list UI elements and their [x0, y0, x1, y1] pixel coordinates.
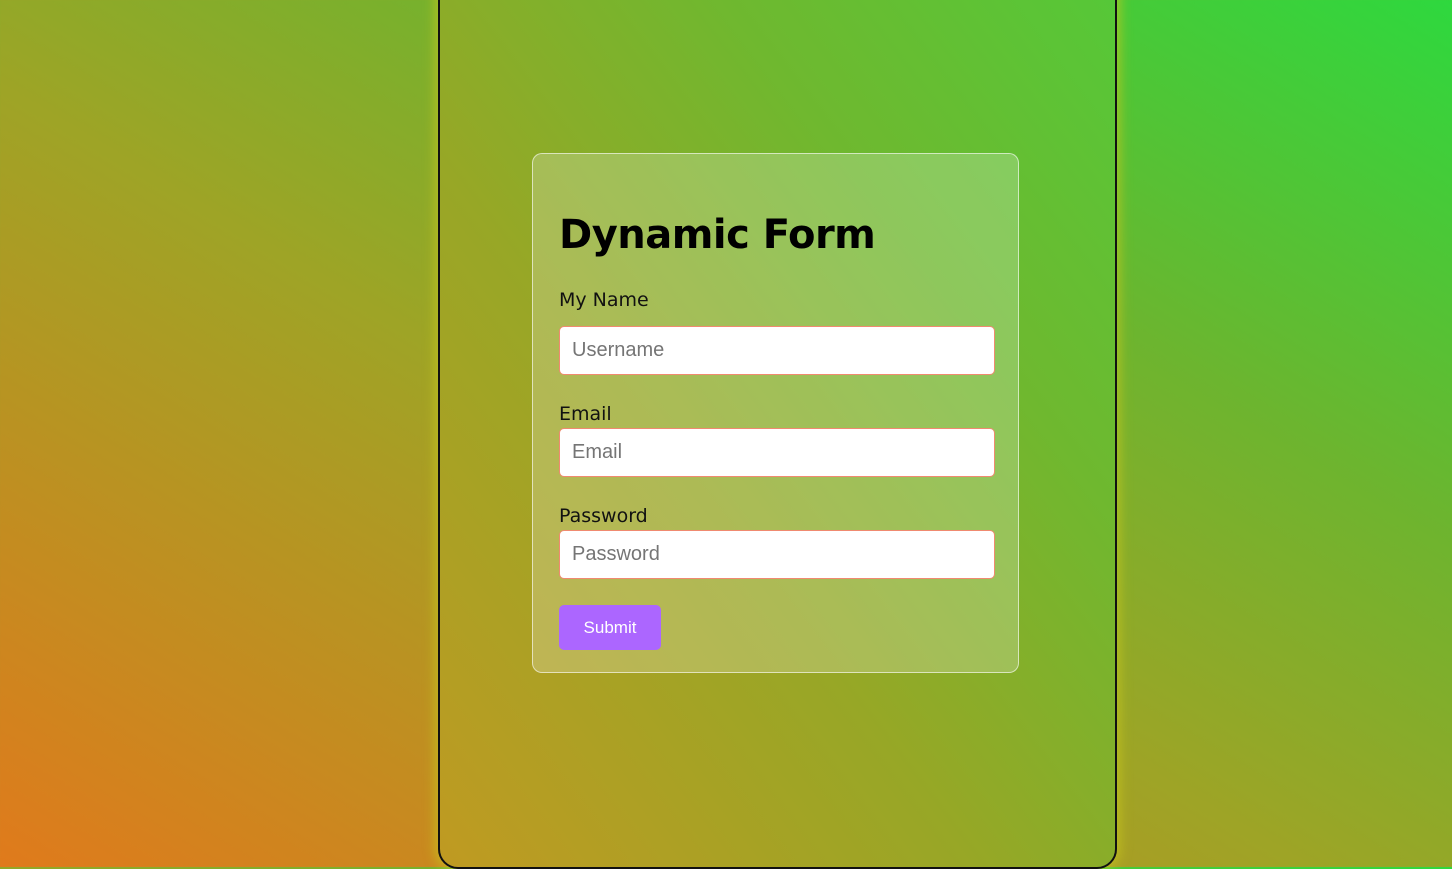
password-input[interactable]: [559, 530, 995, 579]
email-label: Email: [559, 403, 612, 425]
password-label: Password: [559, 505, 648, 527]
username-input[interactable]: [559, 326, 995, 375]
name-label: My Name: [559, 289, 649, 311]
dynamic-form-card: Dynamic Form My Name Email Password Subm…: [532, 153, 1019, 673]
email-input[interactable]: [559, 428, 995, 477]
form-title: Dynamic Form: [559, 212, 876, 258]
submit-button[interactable]: Submit: [559, 605, 661, 650]
